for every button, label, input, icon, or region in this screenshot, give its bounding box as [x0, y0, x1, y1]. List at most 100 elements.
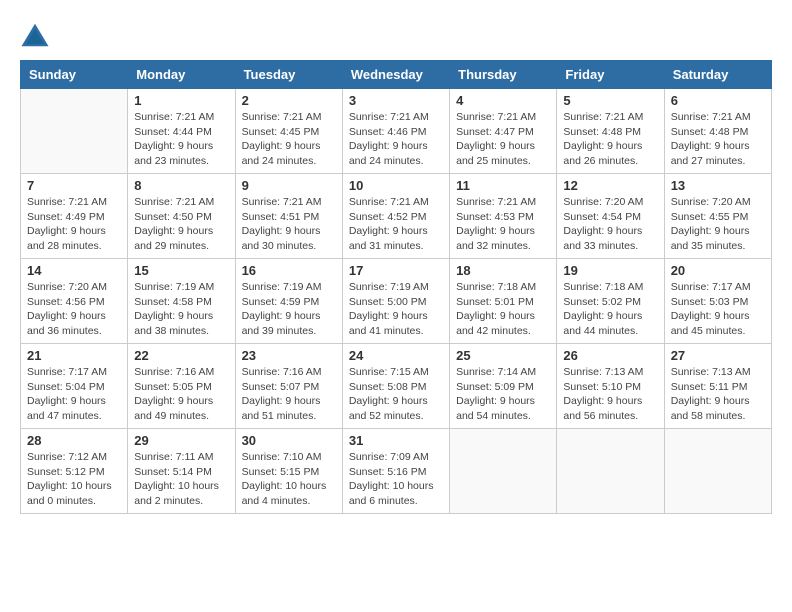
day-info: Sunrise: 7:16 AMSunset: 5:05 PMDaylight:… [134, 365, 228, 424]
calendar-cell: 5 Sunrise: 7:21 AMSunset: 4:48 PMDaylight… [557, 89, 664, 174]
logo [20, 20, 54, 50]
day-number: 5 [563, 93, 657, 108]
day-number: 14 [27, 263, 121, 278]
weekday-header-saturday: Saturday [664, 61, 771, 89]
calendar-cell: 30 Sunrise: 7:10 AMSunset: 5:15 PMDayligh… [235, 429, 342, 514]
calendar-cell [664, 429, 771, 514]
day-number: 27 [671, 348, 765, 363]
day-number: 30 [242, 433, 336, 448]
calendar-cell: 11Sunrise: 7:21 AMSunset: 4:53 PMDayligh… [450, 174, 557, 259]
calendar-cell: 1 Sunrise: 7:21 AMSunset: 4:44 PMDaylight… [128, 89, 235, 174]
week-row-2: 7Sunrise: 7:21 AMSunset: 4:49 PMDaylight… [21, 174, 772, 259]
weekday-header-tuesday: Tuesday [235, 61, 342, 89]
calendar-cell: 12Sunrise: 7:20 AMSunset: 4:54 PMDayligh… [557, 174, 664, 259]
calendar-cell [557, 429, 664, 514]
calendar-cell: 18 Sunrise: 7:18 AMSunset: 5:01 PMDayligh… [450, 259, 557, 344]
calendar-cell: 14 Sunrise: 7:20 AMSunset: 4:56 PMDayligh… [21, 259, 128, 344]
weekday-header-friday: Friday [557, 61, 664, 89]
day-number: 19 [563, 263, 657, 278]
day-number: 4 [456, 93, 550, 108]
day-info: Sunrise: 7:21 AMSunset: 4:48 PMDaylight:… [563, 110, 657, 169]
calendar-cell: 6 Sunrise: 7:21 AMSunset: 4:48 PMDaylight… [664, 89, 771, 174]
calendar-cell: 24Sunrise: 7:15 AMSunset: 5:08 PMDayligh… [342, 344, 449, 429]
day-number: 9 [242, 178, 336, 193]
weekday-header-thursday: Thursday [450, 61, 557, 89]
calendar-cell: 23 Sunrise: 7:16 AMSunset: 5:07 PMDayligh… [235, 344, 342, 429]
calendar-cell: 28Sunrise: 7:12 AMSunset: 5:12 PMDayligh… [21, 429, 128, 514]
logo-icon [20, 20, 50, 50]
week-row-5: 28Sunrise: 7:12 AMSunset: 5:12 PMDayligh… [21, 429, 772, 514]
week-row-1: 1 Sunrise: 7:21 AMSunset: 4:44 PMDaylight… [21, 89, 772, 174]
day-number: 15 [134, 263, 228, 278]
calendar-cell: 25 Sunrise: 7:14 AMSunset: 5:09 PMDayligh… [450, 344, 557, 429]
day-info: Sunrise: 7:12 AMSunset: 5:12 PMDaylight:… [27, 450, 121, 509]
day-info: Sunrise: 7:13 AMSunset: 5:10 PMDaylight:… [563, 365, 657, 424]
calendar-cell: 26 Sunrise: 7:13 AMSunset: 5:10 PMDayligh… [557, 344, 664, 429]
week-row-3: 14 Sunrise: 7:20 AMSunset: 4:56 PMDayligh… [21, 259, 772, 344]
calendar-cell: 4Sunrise: 7:21 AMSunset: 4:47 PMDaylight… [450, 89, 557, 174]
day-number: 7 [27, 178, 121, 193]
calendar-table: SundayMondayTuesdayWednesdayThursdayFrid… [20, 60, 772, 514]
day-number: 3 [349, 93, 443, 108]
weekday-header-monday: Monday [128, 61, 235, 89]
calendar-cell: 19 Sunrise: 7:18 AMSunset: 5:02 PMDayligh… [557, 259, 664, 344]
calendar-cell: 17 Sunrise: 7:19 AMSunset: 5:00 PMDayligh… [342, 259, 449, 344]
calendar-cell: 10Sunrise: 7:21 AMSunset: 4:52 PMDayligh… [342, 174, 449, 259]
day-number: 25 [456, 348, 550, 363]
day-info: Sunrise: 7:13 AMSunset: 5:11 PMDaylight:… [671, 365, 765, 424]
weekday-header-row: SundayMondayTuesdayWednesdayThursdayFrid… [21, 61, 772, 89]
page-header [20, 20, 772, 50]
day-number: 29 [134, 433, 228, 448]
day-info: Sunrise: 7:19 AMSunset: 5:00 PMDaylight:… [349, 280, 443, 339]
calendar-cell: 20 Sunrise: 7:17 AMSunset: 5:03 PMDayligh… [664, 259, 771, 344]
day-info: Sunrise: 7:21 AMSunset: 4:44 PMDaylight:… [134, 110, 228, 169]
day-info: Sunrise: 7:19 AMSunset: 4:59 PMDaylight:… [242, 280, 336, 339]
day-number: 1 [134, 93, 228, 108]
calendar-cell: 31 Sunrise: 7:09 AMSunset: 5:16 PMDayligh… [342, 429, 449, 514]
day-number: 8 [134, 178, 228, 193]
calendar-cell: 7Sunrise: 7:21 AMSunset: 4:49 PMDaylight… [21, 174, 128, 259]
day-info: Sunrise: 7:17 AMSunset: 5:03 PMDaylight:… [671, 280, 765, 339]
calendar-cell: 3Sunrise: 7:21 AMSunset: 4:46 PMDaylight… [342, 89, 449, 174]
day-info: Sunrise: 7:11 AMSunset: 5:14 PMDaylight:… [134, 450, 228, 509]
day-number: 6 [671, 93, 765, 108]
calendar-cell: 15Sunrise: 7:19 AMSunset: 4:58 PMDayligh… [128, 259, 235, 344]
calendar-cell: 22Sunrise: 7:16 AMSunset: 5:05 PMDayligh… [128, 344, 235, 429]
day-info: Sunrise: 7:16 AMSunset: 5:07 PMDaylight:… [242, 365, 336, 424]
calendar-cell: 9 Sunrise: 7:21 AMSunset: 4:51 PMDaylight… [235, 174, 342, 259]
calendar-cell: 21Sunrise: 7:17 AMSunset: 5:04 PMDayligh… [21, 344, 128, 429]
day-number: 23 [242, 348, 336, 363]
calendar-cell: 8 Sunrise: 7:21 AMSunset: 4:50 PMDaylight… [128, 174, 235, 259]
day-info: Sunrise: 7:10 AMSunset: 5:15 PMDaylight:… [242, 450, 336, 509]
day-info: Sunrise: 7:21 AMSunset: 4:48 PMDaylight:… [671, 110, 765, 169]
day-number: 17 [349, 263, 443, 278]
day-info: Sunrise: 7:21 AMSunset: 4:45 PMDaylight:… [242, 110, 336, 169]
calendar-cell: 27 Sunrise: 7:13 AMSunset: 5:11 PMDayligh… [664, 344, 771, 429]
day-info: Sunrise: 7:20 AMSunset: 4:54 PMDaylight:… [563, 195, 657, 254]
day-info: Sunrise: 7:21 AMSunset: 4:51 PMDaylight:… [242, 195, 336, 254]
day-number: 2 [242, 93, 336, 108]
day-number: 21 [27, 348, 121, 363]
day-info: Sunrise: 7:18 AMSunset: 5:01 PMDaylight:… [456, 280, 550, 339]
calendar-cell: 13 Sunrise: 7:20 AMSunset: 4:55 PMDayligh… [664, 174, 771, 259]
calendar-cell [21, 89, 128, 174]
calendar-cell: 29 Sunrise: 7:11 AMSunset: 5:14 PMDayligh… [128, 429, 235, 514]
day-info: Sunrise: 7:20 AMSunset: 4:55 PMDaylight:… [671, 195, 765, 254]
day-info: Sunrise: 7:21 AMSunset: 4:50 PMDaylight:… [134, 195, 228, 254]
week-row-4: 21Sunrise: 7:17 AMSunset: 5:04 PMDayligh… [21, 344, 772, 429]
day-info: Sunrise: 7:09 AMSunset: 5:16 PMDaylight:… [349, 450, 443, 509]
day-number: 31 [349, 433, 443, 448]
day-number: 16 [242, 263, 336, 278]
day-info: Sunrise: 7:20 AMSunset: 4:56 PMDaylight:… [27, 280, 121, 339]
day-number: 20 [671, 263, 765, 278]
day-number: 10 [349, 178, 443, 193]
day-info: Sunrise: 7:14 AMSunset: 5:09 PMDaylight:… [456, 365, 550, 424]
day-number: 18 [456, 263, 550, 278]
day-number: 26 [563, 348, 657, 363]
day-info: Sunrise: 7:15 AMSunset: 5:08 PMDaylight:… [349, 365, 443, 424]
day-number: 11 [456, 178, 550, 193]
calendar-cell [450, 429, 557, 514]
day-info: Sunrise: 7:18 AMSunset: 5:02 PMDaylight:… [563, 280, 657, 339]
day-number: 13 [671, 178, 765, 193]
calendar-cell: 2 Sunrise: 7:21 AMSunset: 4:45 PMDaylight… [235, 89, 342, 174]
